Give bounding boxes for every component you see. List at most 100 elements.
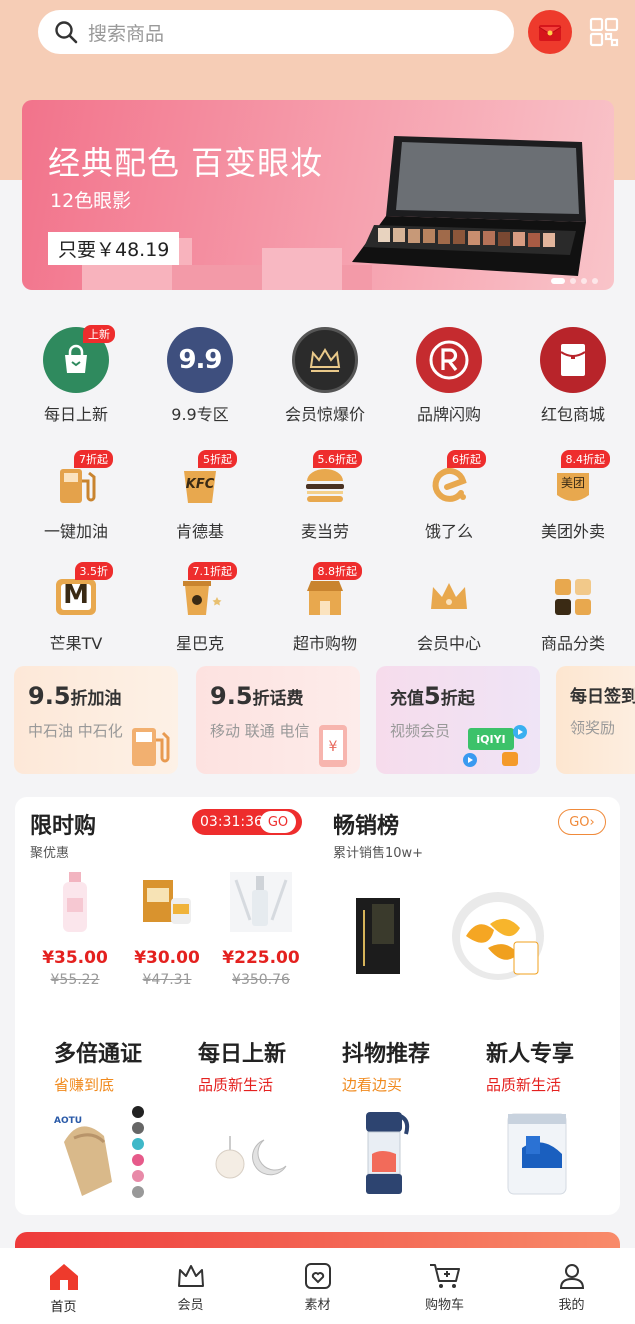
flash-go-button[interactable]: GO [260, 811, 296, 833]
cart-icon [429, 1264, 460, 1288]
grid-mango-tv[interactable]: M 3.5折 芒果TV [21, 562, 131, 654]
scan-icon [589, 17, 619, 47]
tab-materials[interactable]: 素材 [254, 1248, 381, 1324]
grid-refuel[interactable]: 7折起 一键加油 [21, 450, 131, 542]
tab-member[interactable]: 会员 [127, 1248, 254, 1324]
red-packet-button[interactable] [528, 10, 572, 54]
banner-subtitle: 12色眼影 [50, 190, 132, 212]
card-title: 每日签到 [570, 687, 635, 707]
crown-icon [431, 583, 467, 609]
promo-douyin-picks[interactable]: 抖物推荐 边看边买 [342, 1036, 478, 1095]
grid-brand-flash[interactable]: 品牌闪购 [394, 327, 504, 425]
scan-button[interactable] [588, 16, 620, 48]
discount-badge: 3.5折 [74, 562, 113, 580]
grid-starbucks[interactable]: 7.1折起 星巴克 [145, 562, 255, 654]
mango-logo-text: M [63, 580, 89, 610]
banner-title: 经典配色 百变眼妆 [48, 144, 324, 182]
card-title: 折加油 [70, 689, 122, 709]
dried-mango-image [452, 892, 544, 980]
discount-badge: 7折起 [74, 450, 113, 468]
grid-label: 会员惊爆价 [284, 405, 365, 424]
burger-icon [306, 469, 344, 502]
grid-label: 品牌闪购 [416, 405, 481, 424]
grid-member-price[interactable]: 会员惊爆价 [270, 327, 380, 425]
tab-label: 素材 [304, 1298, 331, 1313]
product-old-price: ¥350.76 [232, 972, 290, 988]
product-price: ¥35.00 [42, 948, 108, 968]
go-label: GO [569, 814, 590, 830]
promo-banner[interactable]: 经典配色 百变眼妆 12色眼影 只要￥48.19 [22, 100, 614, 290]
grid-categories[interactable]: 商品分类 [518, 572, 628, 654]
card-daily-signin[interactable]: 每日签到 领奖励 [556, 666, 635, 774]
coffee-cup-icon [183, 581, 222, 615]
crown-icon [309, 348, 341, 372]
card-big-number: 5 [424, 682, 441, 710]
crown-outline-icon [177, 1265, 204, 1287]
grid-9-9-zone[interactable]: 9.9 9.9专区 [145, 327, 255, 425]
card-subtitle: 领奖励 [570, 719, 616, 737]
promo-image-hat: AOTU [52, 1102, 152, 1202]
bestseller-product-1[interactable] [350, 890, 410, 980]
card-big-number: 9.5 [210, 682, 253, 710]
tab-home[interactable]: 首页 [0, 1248, 127, 1324]
badge-new: 上新 [83, 325, 115, 343]
flash-product-1[interactable]: ¥35.00 ¥55.22 [34, 870, 116, 988]
card-video-vip[interactable]: 充值5折起 视频会员 iQIYI [376, 666, 540, 774]
card-phone-bill[interactable]: 9.5折话费 移动 联通 电信 ¥ [196, 666, 360, 774]
product-old-price: ¥47.31 [142, 972, 192, 988]
grid-member-center[interactable]: 会员中心 [394, 572, 504, 654]
grid-red-packet-mall[interactable]: 红包商城 [518, 327, 628, 425]
grid-label: 红包商城 [540, 405, 605, 424]
promo-image-earrings [215, 1136, 287, 1179]
tab-label: 会员 [177, 1298, 204, 1313]
search-placeholder: 搜索商品 [88, 22, 165, 45]
search-bar[interactable]: 搜索商品 [38, 10, 514, 54]
discount-badge: 8.4折起 [560, 450, 610, 468]
aotu-brand-logo: AOTU [54, 1116, 83, 1126]
grid-mcdonalds[interactable]: 5.6折起 麦当劳 [270, 450, 380, 542]
flash-product-3[interactable]: ¥225.00 ¥350.76 [218, 870, 304, 988]
card-title: 折话费 [252, 689, 304, 709]
svg-text:¥: ¥ [329, 739, 338, 755]
eleme-icon [432, 467, 467, 502]
banner-price: 只要￥48.19 [48, 232, 180, 265]
flash-product-2[interactable]: ¥30.00 ¥47.31 [126, 870, 208, 988]
promo-image-blender [366, 1112, 410, 1194]
discount-badge: 8.8折起 [312, 562, 362, 580]
tab-mine[interactable]: 我的 [508, 1248, 635, 1324]
lotion-bottle-image [63, 872, 87, 932]
grid-label: 饿了么 [424, 522, 473, 541]
grid-supermarket[interactable]: 8.8折起 超市购物 [270, 562, 380, 654]
user-icon [559, 1264, 584, 1289]
bestseller-subtitle: 累计销售10w+ [333, 846, 424, 861]
promo-image-milk-can [507, 1113, 567, 1195]
eyeshadow-palette-image [352, 136, 586, 276]
promo-daily-new[interactable]: 每日上新 品质新生活 [198, 1036, 334, 1095]
grid-meituan[interactable]: 美团 8.4折起 美团外卖 [518, 450, 628, 542]
flash-sale-title: 限时购 [30, 814, 97, 839]
card-title: 折起 [440, 689, 475, 709]
home-icon [49, 1264, 78, 1290]
flash-sale-timer[interactable]: 03:31:36 GO [192, 809, 302, 835]
grid-daily-new[interactable]: 上新 每日上新 [21, 325, 131, 425]
tea-box-image [356, 898, 400, 974]
promo-title: 每日上新 [198, 1042, 287, 1067]
flash-sale-subtitle: 聚优惠 [30, 846, 70, 861]
promo-newcomer[interactable]: 新人专享 品质新生活 [486, 1036, 622, 1095]
grid-label: 麦当劳 [300, 522, 349, 541]
serum-bottle-image [230, 872, 292, 932]
grid-label: 芒果TV [49, 634, 103, 653]
registered-brand-icon [429, 340, 469, 380]
bestseller-go-button[interactable]: GO › [558, 809, 606, 835]
bestseller-product-2[interactable] [448, 888, 548, 984]
promo-multi-token[interactable]: 多倍通证 省赚到底 [54, 1036, 190, 1095]
promo-title: 新人专享 [486, 1042, 575, 1067]
grid-label: 商品分类 [540, 634, 605, 653]
gas-pump-icon [132, 728, 170, 766]
tab-cart[interactable]: 购物车 [381, 1248, 508, 1324]
card-refuel-discount[interactable]: 9.5折加油 中石油 中石化 [14, 666, 178, 774]
grid-kfc[interactable]: KFC 5折起 肯德基 [145, 450, 255, 542]
grid-eleme[interactable]: 6折起 饿了么 [394, 450, 504, 542]
product-price: ¥30.00 [134, 948, 200, 968]
promo-subtitle: 品质新生活 [198, 1076, 274, 1094]
